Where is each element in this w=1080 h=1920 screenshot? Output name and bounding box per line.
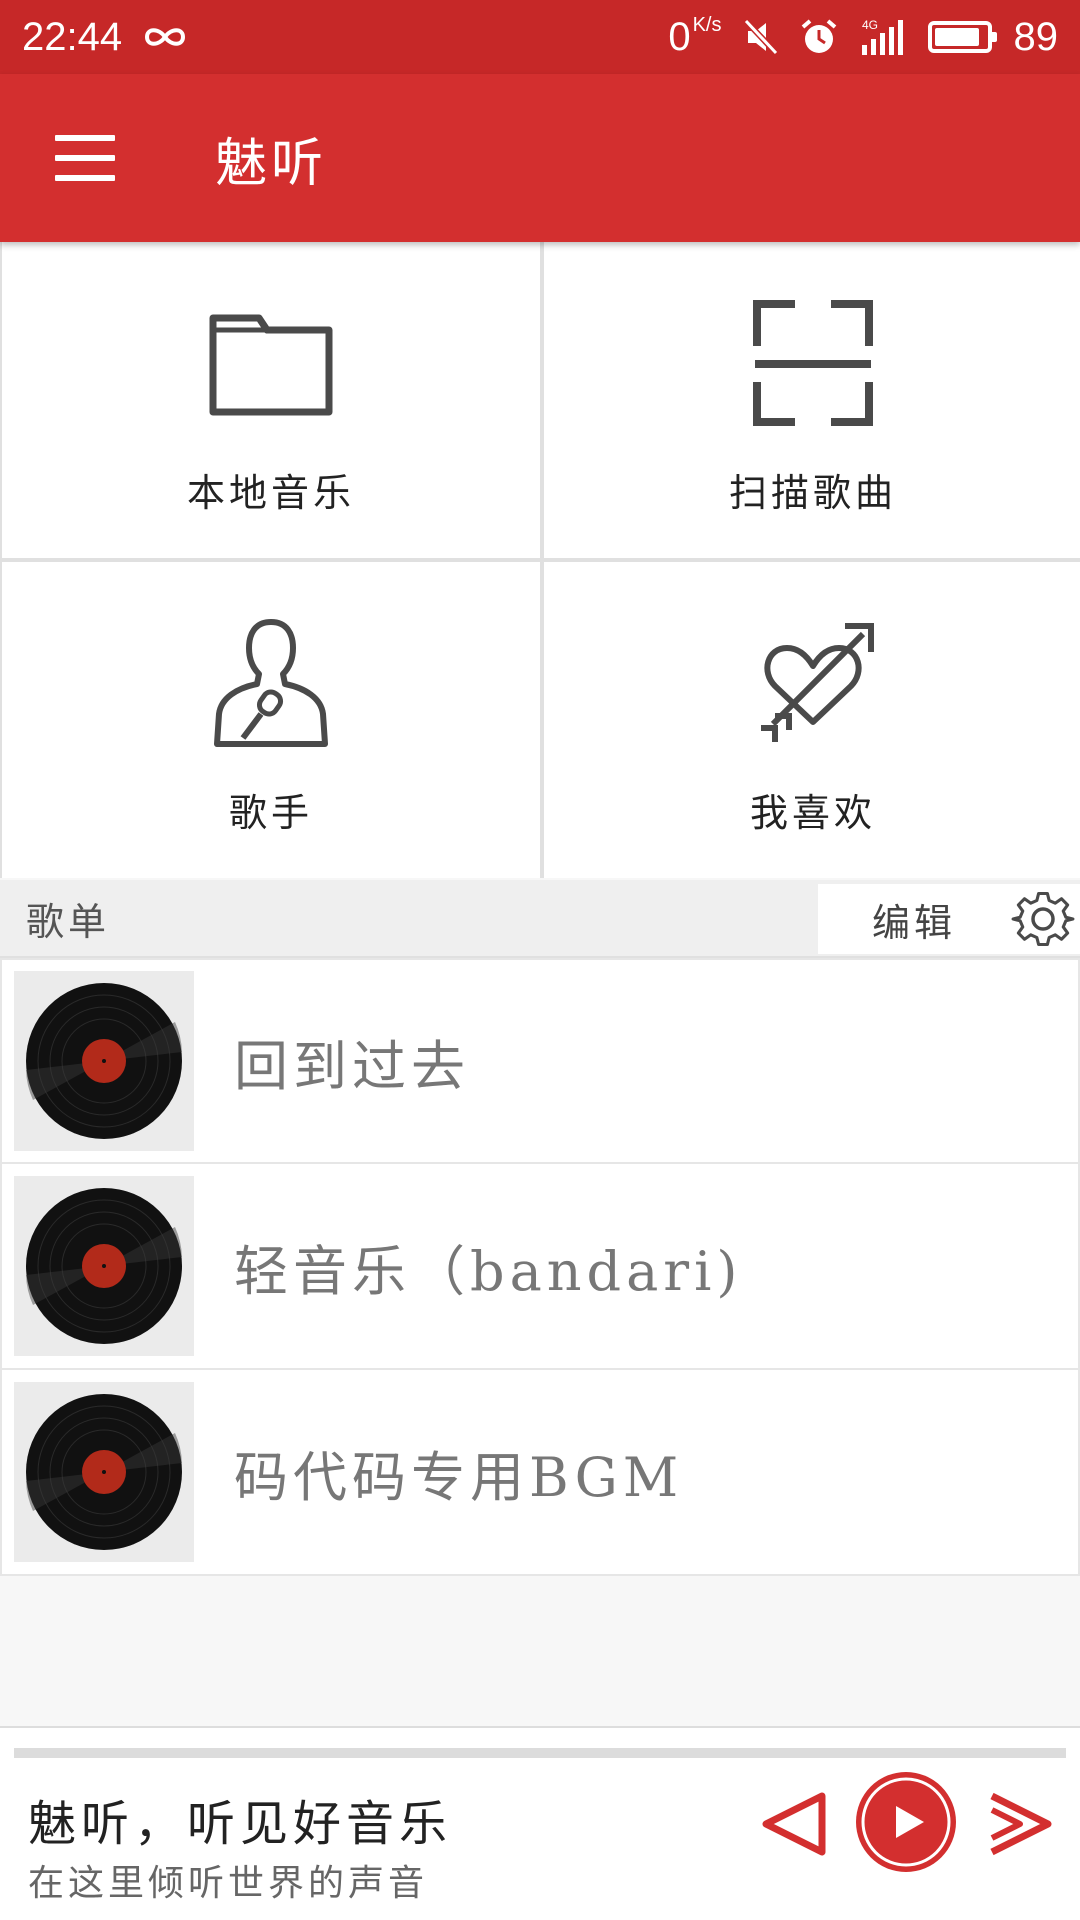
scan-icon	[753, 299, 873, 426]
mute-icon	[743, 19, 778, 55]
tile-scan-songs[interactable]: 扫描歌曲	[544, 242, 1080, 558]
playlist-name: 码代码专用BGM	[234, 1445, 684, 1509]
vinyl-record-icon	[26, 983, 182, 1139]
play-button[interactable]	[852, 1768, 960, 1876]
playlist-row[interactable]: 回到过去	[0, 958, 1080, 1164]
menu-icon[interactable]	[55, 135, 115, 181]
playlist-row[interactable]: 码代码专用BGM	[0, 1370, 1080, 1576]
playlist-cover	[14, 1382, 194, 1562]
app-title: 魅听	[215, 133, 328, 194]
app-bar: 魅听	[0, 74, 1080, 242]
net-speed: 0 K/s	[668, 13, 722, 59]
previous-icon[interactable]	[758, 1792, 828, 1856]
playlist-name: 回到过去	[234, 1034, 470, 1098]
tile-label: 歌手	[228, 790, 313, 835]
tile-label: 我喜欢	[749, 790, 876, 835]
edit-button[interactable]: 编辑	[872, 892, 956, 947]
playlist-name: 轻音乐（bandari)	[234, 1239, 743, 1303]
status-time: 22:44	[22, 14, 123, 59]
player-title: 魅听，听见好音乐	[28, 1796, 453, 1852]
svg-text:4G: 4G	[862, 18, 878, 32]
infinity-icon	[145, 28, 186, 46]
folder-icon	[209, 314, 333, 415]
tile-label: 扫描歌曲	[728, 470, 897, 515]
tile-label: 本地音乐	[186, 470, 355, 515]
tile-local-music[interactable]: 本地音乐	[2, 242, 540, 558]
player-subtitle: 在这里倾听世界的声音	[28, 1863, 429, 1904]
shortcut-grid: 本地音乐 扫描歌曲 歌手 我喜欢	[0, 242, 1080, 878]
gear-icon[interactable]	[1010, 886, 1076, 952]
playlist-cover	[14, 971, 194, 1151]
battery-level: 89	[1013, 14, 1059, 59]
status-bar: 22:44 0 K/s 4G 89	[0, 0, 1080, 74]
player-bar: 魅听，听见好音乐 在这里倾听世界的声音	[0, 1726, 1080, 1920]
heart-arrow-icon	[761, 622, 874, 742]
next-icon[interactable]	[986, 1792, 1056, 1856]
tile-favorites[interactable]: 我喜欢	[544, 562, 1080, 878]
playlist-edit-area: 编辑	[818, 884, 1080, 954]
playlist-header: 歌单 编辑	[0, 880, 1080, 958]
playlist-list: 回到过去 轻音乐（bandari) 码代码专用BGM	[0, 958, 1080, 1576]
progress-bar[interactable]	[14, 1748, 1066, 1758]
vinyl-record-icon	[26, 1394, 182, 1550]
singer-icon	[214, 618, 328, 747]
alarm-icon	[801, 19, 836, 53]
playlist-header-title: 歌单	[26, 899, 111, 944]
playlist-row[interactable]: 轻音乐（bandari)	[0, 1164, 1080, 1370]
battery-icon	[927, 21, 997, 53]
signal-icon: 4G	[861, 18, 903, 55]
tile-singers[interactable]: 歌手	[2, 562, 540, 878]
vinyl-record-icon	[26, 1188, 182, 1344]
battery-fill	[934, 28, 979, 46]
playlist-cover	[14, 1176, 194, 1356]
